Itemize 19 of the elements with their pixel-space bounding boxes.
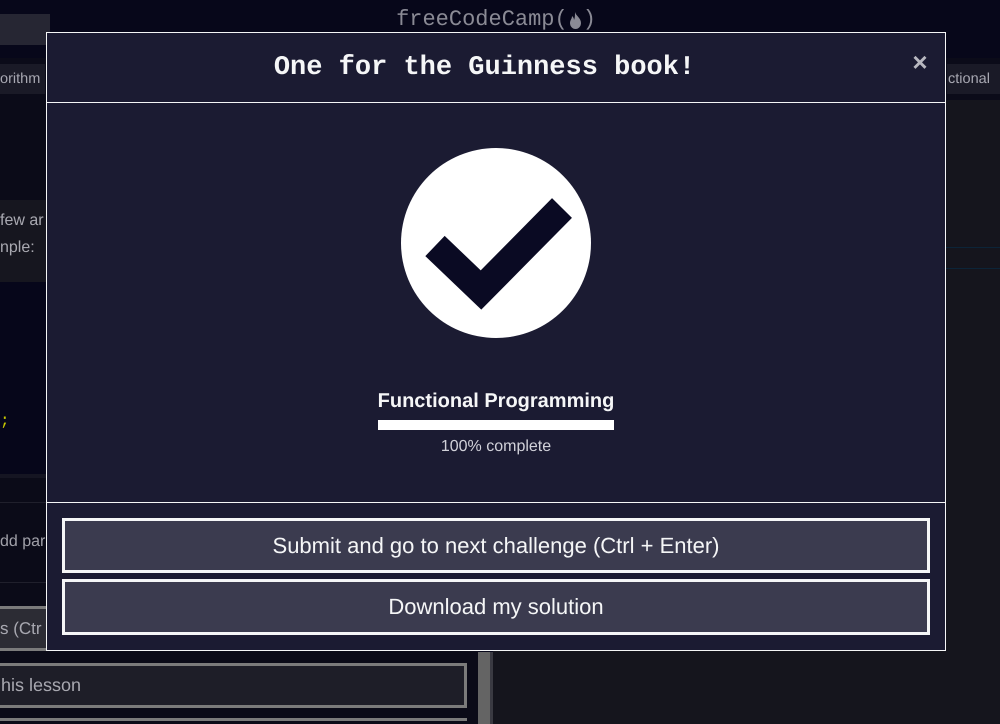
resize-handle[interactable] — [478, 652, 493, 724]
description-text: nple: — [0, 238, 35, 258]
action-button[interactable]: his lesson — [0, 663, 467, 708]
checkmark-icon — [401, 148, 591, 338]
hint-text: dd par — [0, 532, 46, 552]
breadcrumb-link[interactable]: orithm — [0, 64, 45, 94]
search-field[interactable] — [0, 14, 50, 45]
flame-icon — [568, 12, 582, 28]
dialog-button[interactable]: Submit and go to next challenge (Ctrl + Enter) — [62, 518, 930, 573]
breadcrumb-link[interactable]: ctional — [947, 64, 1000, 94]
progress-label: 100% complete — [440, 437, 552, 457]
close-button[interactable]: × — [908, 50, 932, 74]
dialog-title: One for the Guinness book! — [272, 52, 696, 82]
description-text: few ar — [0, 211, 44, 231]
logo-link[interactable]: freeCodeCamp( ) — [396, 9, 596, 31]
code-line: ; — [0, 411, 10, 431]
dialog-button[interactable]: Download my solution — [62, 579, 930, 635]
action-button[interactable]: s (Ctr — [0, 606, 46, 651]
block-title: Functional Programming — [378, 389, 614, 413]
